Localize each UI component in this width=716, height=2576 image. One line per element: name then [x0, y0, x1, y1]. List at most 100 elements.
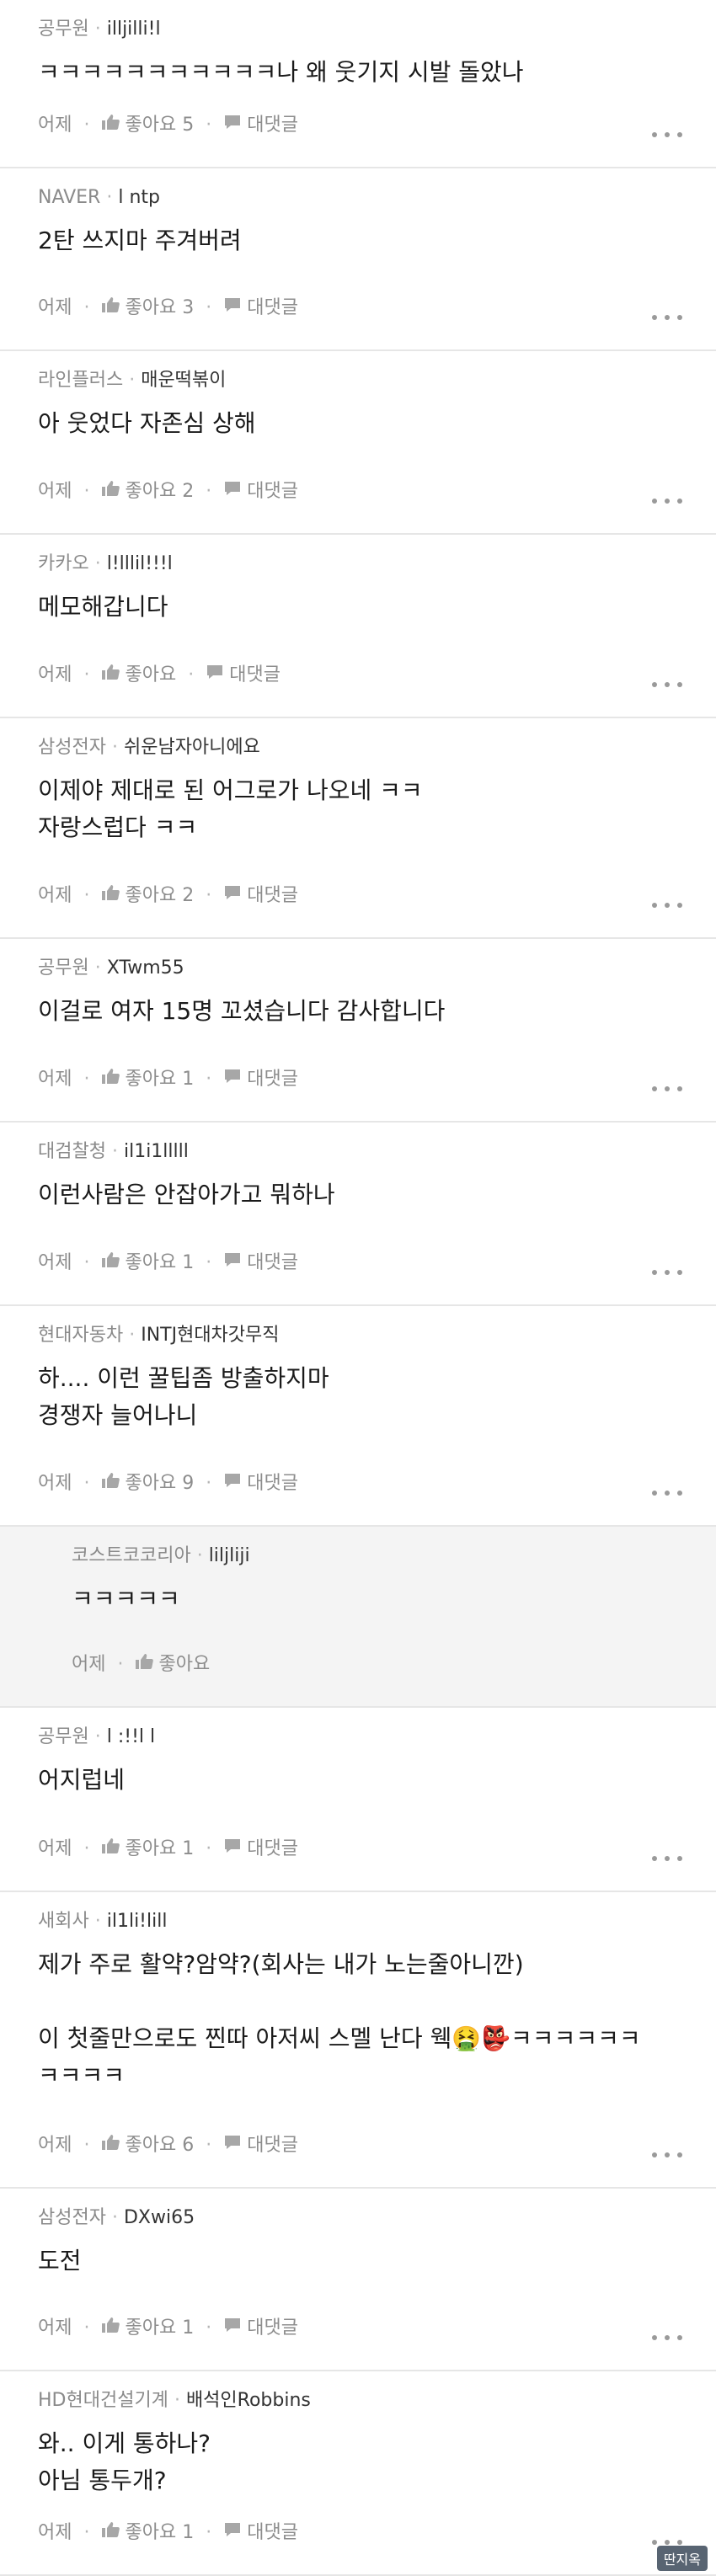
comment-meta: 현대자동차 · INTJ현대차갓무직	[38, 1323, 716, 1348]
like-button[interactable]: 좋아요 9	[101, 1471, 194, 1496]
separator-dot: ·	[106, 187, 113, 208]
user-nickname[interactable]: liljliji	[209, 1545, 250, 1566]
comment-item: 라인플러스 · 매운떡볶이 아 웃었다 자존심 상해 어제 · 좋아요 2 · 대댓글	[0, 351, 716, 535]
user-nickname[interactable]: XTwm55	[107, 957, 184, 979]
more-options-icon[interactable]	[652, 2148, 682, 2162]
more-options-icon[interactable]	[652, 678, 682, 691]
user-nickname[interactable]: il1i1lllll	[124, 1141, 189, 1162]
reply-label: 대댓글	[247, 297, 298, 318]
separator-dot: ·	[83, 1473, 90, 1494]
comment-time: 어제	[38, 1252, 72, 1273]
more-options-icon[interactable]	[652, 1266, 682, 1279]
like-button[interactable]: 좋아요 5	[101, 113, 194, 138]
comment-actions: 어제 · 좋아요 1 · 대댓글	[38, 1251, 298, 1276]
user-nickname[interactable]: 쉬운남자아니에요	[124, 737, 260, 758]
comment-meta: 공무원 · XTwm55	[38, 956, 716, 981]
user-nickname[interactable]: l!lllil!!!l	[107, 553, 173, 574]
more-options-icon[interactable]	[652, 899, 682, 912]
comment-item: 카카오 · l!lllil!!!l 메모해갑니다 어제 · 좋아요 · 대댓글	[0, 535, 716, 718]
company-name[interactable]: 대검찰청	[38, 1141, 106, 1162]
comment-text: 와.. 이게 통하나? 아님 통두개?	[38, 2429, 211, 2494]
reply-button[interactable]: 대댓글	[223, 2520, 298, 2546]
user-nickname[interactable]: DXwi65	[124, 2207, 195, 2228]
like-button[interactable]: 좋아요 1	[101, 1067, 194, 1092]
company-name[interactable]: 삼성전자	[38, 737, 106, 758]
like-button[interactable]: 좋아요 1	[101, 1837, 194, 1862]
like-button[interactable]: 좋아요	[101, 663, 176, 688]
more-options-icon[interactable]	[652, 1852, 682, 1865]
separator-dot: ·	[83, 1069, 90, 1090]
reply-button[interactable]: 대댓글	[223, 1251, 298, 1276]
company-name[interactable]: HD현대건설기계	[38, 2390, 168, 2411]
comment-meta: 대검찰청 · il1i1lllll	[38, 1139, 716, 1165]
more-options-icon[interactable]	[652, 128, 682, 141]
company-name[interactable]: 삼성전자	[38, 2207, 106, 2228]
separator-dot: ·	[206, 2522, 212, 2543]
reply-button[interactable]: 대댓글	[223, 1471, 298, 1496]
comment-time: 어제	[38, 885, 72, 906]
reply-button[interactable]: 대댓글	[206, 663, 281, 688]
like-count: 5	[182, 115, 195, 136]
like-button[interactable]: 좋아요 2	[101, 479, 194, 504]
user-nickname[interactable]: l ntp	[118, 187, 160, 208]
like-label: 좋아요	[125, 885, 177, 906]
separator-dot: ·	[94, 1726, 101, 1747]
reply-button[interactable]: 대댓글	[223, 883, 298, 909]
like-count: 3	[182, 297, 195, 318]
user-nickname[interactable]: il1li!lill	[107, 1911, 168, 1932]
company-name[interactable]: 카카오	[38, 553, 89, 574]
company-name[interactable]: 새회사	[38, 1911, 89, 1932]
like-button[interactable]: 좋아요 1	[101, 2520, 194, 2546]
more-options-icon[interactable]	[652, 1486, 682, 1500]
reply-button[interactable]: 대댓글	[223, 113, 298, 138]
company-name[interactable]: 공무원	[38, 1726, 89, 1747]
like-button[interactable]: 좋아요 6	[101, 2133, 194, 2158]
reply-button[interactable]: 대댓글	[223, 296, 298, 321]
separator-dot: ·	[206, 115, 212, 136]
more-options-icon[interactable]	[652, 2331, 682, 2344]
more-options-icon[interactable]	[652, 311, 682, 324]
company-name[interactable]: NAVER	[38, 187, 100, 208]
company-name[interactable]: 현대자동차	[38, 1325, 123, 1346]
company-name[interactable]: 공무원	[38, 957, 89, 979]
reply-button[interactable]: 대댓글	[223, 2316, 298, 2341]
comment-actions: 어제 · 좋아요 · 대댓글	[38, 663, 281, 688]
separator-dot: ·	[83, 2135, 90, 2156]
user-nickname[interactable]: illjilli!l	[107, 19, 161, 40]
company-name[interactable]: 공무원	[38, 19, 89, 40]
comment-time: 어제	[38, 664, 72, 685]
company-name[interactable]: 코스트코코리아	[72, 1545, 191, 1566]
comment-actions: 어제 · 좋아요	[72, 1652, 210, 1677]
reply-label: 대댓글	[247, 2317, 298, 2339]
reply-button[interactable]: 대댓글	[223, 1837, 298, 1862]
reply-button[interactable]: 대댓글	[223, 1067, 298, 1092]
separator-dot: ·	[83, 481, 90, 502]
speech-bubble-icon	[223, 479, 247, 504]
like-label: 좋아요	[125, 1838, 177, 1859]
like-button[interactable]: 좋아요 3	[101, 296, 194, 321]
reply-button[interactable]: 대댓글	[223, 479, 298, 504]
more-options-icon[interactable]	[652, 494, 682, 508]
separator-dot: ·	[94, 957, 101, 979]
like-button[interactable]: 좋아요 1	[101, 1251, 194, 1276]
user-nickname[interactable]: INTJ현대차갓무직	[141, 1325, 279, 1346]
thumbs-up-icon	[101, 479, 125, 504]
thumbs-up-icon	[135, 1652, 158, 1677]
more-options-icon[interactable]	[652, 1082, 682, 1096]
comment-actions: 어제 · 좋아요 1 · 대댓글	[38, 2316, 298, 2341]
like-button[interactable]: 좋아요 2	[101, 883, 194, 909]
comment-text: 이제야 제대로 된 어그로가 나오네 ㅋㅋ 자랑스럽다 ㅋㅋ	[38, 776, 423, 841]
user-nickname[interactable]: 매운떡볶이	[141, 370, 226, 391]
company-name[interactable]: 라인플러스	[38, 370, 123, 391]
comment-text: 2탄 쓰지마 주겨버려	[38, 227, 242, 254]
speech-bubble-icon	[223, 2520, 247, 2546]
separator-dot: ·	[206, 1252, 212, 1273]
like-button[interactable]: 좋아요 1	[101, 2316, 194, 2341]
comment-item: 삼성전자 · 쉬운남자아니에요 이제야 제대로 된 어그로가 나오네 ㅋㅋ 자랑스럽다…	[0, 718, 716, 939]
user-nickname[interactable]: 배석인Robbins	[186, 2390, 311, 2411]
comment-meta: 공무원 · illjilli!l	[38, 17, 716, 42]
comment-text: 어지럽네	[38, 1766, 126, 1794]
user-nickname[interactable]: l :!!l l	[107, 1726, 155, 1747]
like-button[interactable]: 좋아요	[135, 1652, 210, 1677]
reply-button[interactable]: 대댓글	[223, 2133, 298, 2158]
